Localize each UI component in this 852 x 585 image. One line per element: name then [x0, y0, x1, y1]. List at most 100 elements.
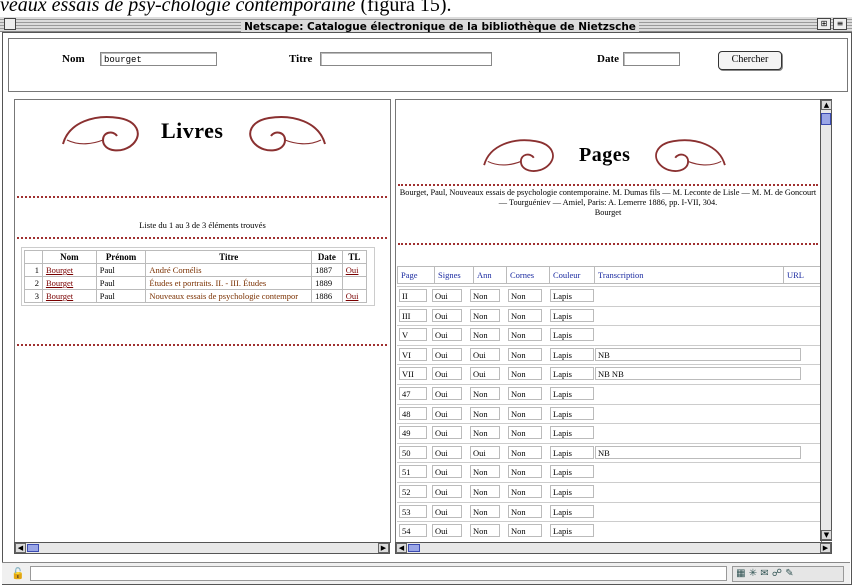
transcription-cell: NB: [595, 445, 801, 459]
date-cell: 1886: [311, 289, 343, 303]
scroll-thumb[interactable]: [27, 544, 39, 552]
cornes-cell: Non: [508, 328, 542, 342]
table-row: II Oui Non Non Lapis: [397, 286, 821, 305]
divider: [398, 243, 818, 245]
couleur-cell: Lapis: [550, 504, 594, 518]
status-text-field: [30, 566, 727, 581]
col-header: Titre: [145, 250, 313, 264]
left-flourish-icon: [483, 139, 554, 172]
cornes-cell: Non: [508, 387, 542, 400]
signes-cell: Oui: [432, 387, 462, 400]
signes-cell: Oui: [432, 445, 462, 459]
col-header: Ann: [473, 266, 507, 284]
couleur-cell: Lapis: [550, 406, 594, 420]
table-row: VI Oui Oui Non Lapis NB: [397, 344, 821, 364]
titre-input[interactable]: [320, 52, 492, 66]
chercher-button[interactable]: Chercher: [718, 51, 782, 70]
col-header: [24, 250, 43, 264]
row-number: 2: [24, 276, 43, 290]
nom-input[interactable]: bourget: [100, 52, 217, 66]
table-row: V Oui Non Non Lapis: [397, 325, 821, 344]
scroll-left-arrow-icon[interactable]: ◀: [396, 543, 407, 553]
livres-table-wrap: Nom Prénom Titre Date TL 1 Bourget Paul …: [21, 247, 375, 306]
lock-icon[interactable]: 🔓: [11, 567, 25, 580]
divider: [17, 196, 387, 198]
col-header: Transcription: [594, 266, 784, 284]
scroll-down-arrow-icon[interactable]: ▼: [821, 530, 832, 540]
page-cell: 51: [399, 465, 427, 479]
close-box-icon[interactable]: [4, 18, 16, 30]
table-row: 51 Oui Non Non Lapis: [397, 462, 821, 481]
signes-cell: Oui: [432, 367, 462, 381]
date-label: Date: [597, 53, 619, 65]
pages-frame: Pages Bourget, Paul, Nouveaux essais de …: [395, 99, 822, 543]
author-link[interactable]: Bourget: [46, 291, 73, 301]
cornes-cell: Non: [508, 445, 542, 459]
ann-cell: Non: [470, 406, 500, 420]
window-titlebar[interactable]: Netscape: Catalogue électronique de la b…: [0, 17, 852, 33]
scroll-right-arrow-icon[interactable]: ▶: [378, 543, 389, 553]
right-hscrollbar[interactable]: ◀ ▶: [395, 542, 832, 554]
page-cell: 54: [399, 524, 427, 538]
left-hscrollbar[interactable]: ◀ ▶: [14, 542, 390, 554]
transcription-cell: NB NB: [595, 367, 801, 381]
right-flourish-icon: [655, 139, 726, 172]
scroll-thumb[interactable]: [408, 544, 420, 552]
cornes-cell: Non: [508, 406, 542, 420]
cornes-cell: Non: [508, 347, 542, 361]
table-row: 2 Bourget Paul Études et portraits. II. …: [24, 276, 368, 290]
collapse-box-icon[interactable]: ≡: [833, 18, 847, 30]
right-flourish-icon: [249, 116, 326, 152]
titre-cell: Nouveaux essais de psychologie contempor: [145, 289, 313, 303]
livres-table: Nom Prénom Titre Date TL 1 Bourget Paul …: [24, 250, 368, 303]
ann-cell: Oui: [470, 445, 500, 459]
divider: [398, 184, 818, 186]
pages-heading: Pages: [579, 144, 631, 166]
couleur-cell: Lapis: [550, 308, 594, 322]
scroll-up-arrow-icon[interactable]: ▲: [821, 100, 832, 110]
cornes-cell: Non: [508, 465, 542, 479]
page-cell: VII: [399, 367, 427, 381]
signes-cell: Oui: [432, 485, 462, 498]
author-link[interactable]: Bourget: [46, 278, 73, 288]
titre-cell: Études et portraits. II. - III. Études: [145, 276, 313, 290]
tl-link[interactable]: Oui: [346, 265, 359, 275]
table-row: 1 Bourget Paul André Cornélis 1887 Oui: [24, 263, 368, 277]
tl-cell: [341, 276, 368, 290]
scroll-right-arrow-icon[interactable]: ▶: [820, 543, 831, 553]
cornes-cell: Non: [508, 289, 542, 302]
scroll-left-arrow-icon[interactable]: ◀: [15, 543, 26, 553]
status-icons[interactable]: ▦ ✳ ✉ ☍ ✎: [732, 566, 844, 582]
ann-cell: Non: [470, 387, 500, 400]
table-row: 54 Oui Non Non Lapis: [397, 521, 821, 540]
cornes-cell: Non: [508, 426, 542, 440]
scroll-thumb[interactable]: [821, 113, 831, 125]
date-input[interactable]: [623, 52, 680, 66]
cornes-cell: Non: [508, 308, 542, 322]
table-header-row: Nom Prénom Titre Date TL: [24, 250, 368, 264]
table-row: 52 Oui Non Non Lapis: [397, 482, 821, 501]
divider: [17, 344, 387, 346]
page-cell: II: [399, 289, 427, 302]
right-vscrollbar[interactable]: ▲ ▼: [820, 99, 832, 541]
couleur-cell: Lapis: [550, 445, 594, 459]
tl-link[interactable]: Oui: [346, 291, 359, 301]
cornes-cell: Non: [508, 367, 542, 381]
date-cell: 1887: [311, 263, 343, 277]
zoom-box-icon[interactable]: ⊞: [817, 18, 831, 30]
col-header: Couleur: [549, 266, 595, 284]
couleur-cell: Lapis: [550, 524, 594, 538]
signes-cell: Oui: [432, 524, 462, 538]
page-cell: III: [399, 308, 427, 322]
ann-cell: Oui: [470, 367, 500, 381]
titre-cell: André Cornélis: [145, 263, 313, 277]
page-cell: 53: [399, 504, 427, 518]
signes-cell: Oui: [432, 289, 462, 302]
page-cell: 48: [399, 406, 427, 420]
cornes-cell: Non: [508, 504, 542, 518]
ann-cell: Non: [470, 289, 500, 302]
table-row: 3 Bourget Paul Nouveaux essais de psycho…: [24, 289, 368, 303]
author-link[interactable]: Bourget: [46, 265, 73, 275]
result-count: Liste du 1 au 3 de 3 éléments trouvés: [139, 220, 266, 230]
signes-cell: Oui: [432, 426, 462, 440]
